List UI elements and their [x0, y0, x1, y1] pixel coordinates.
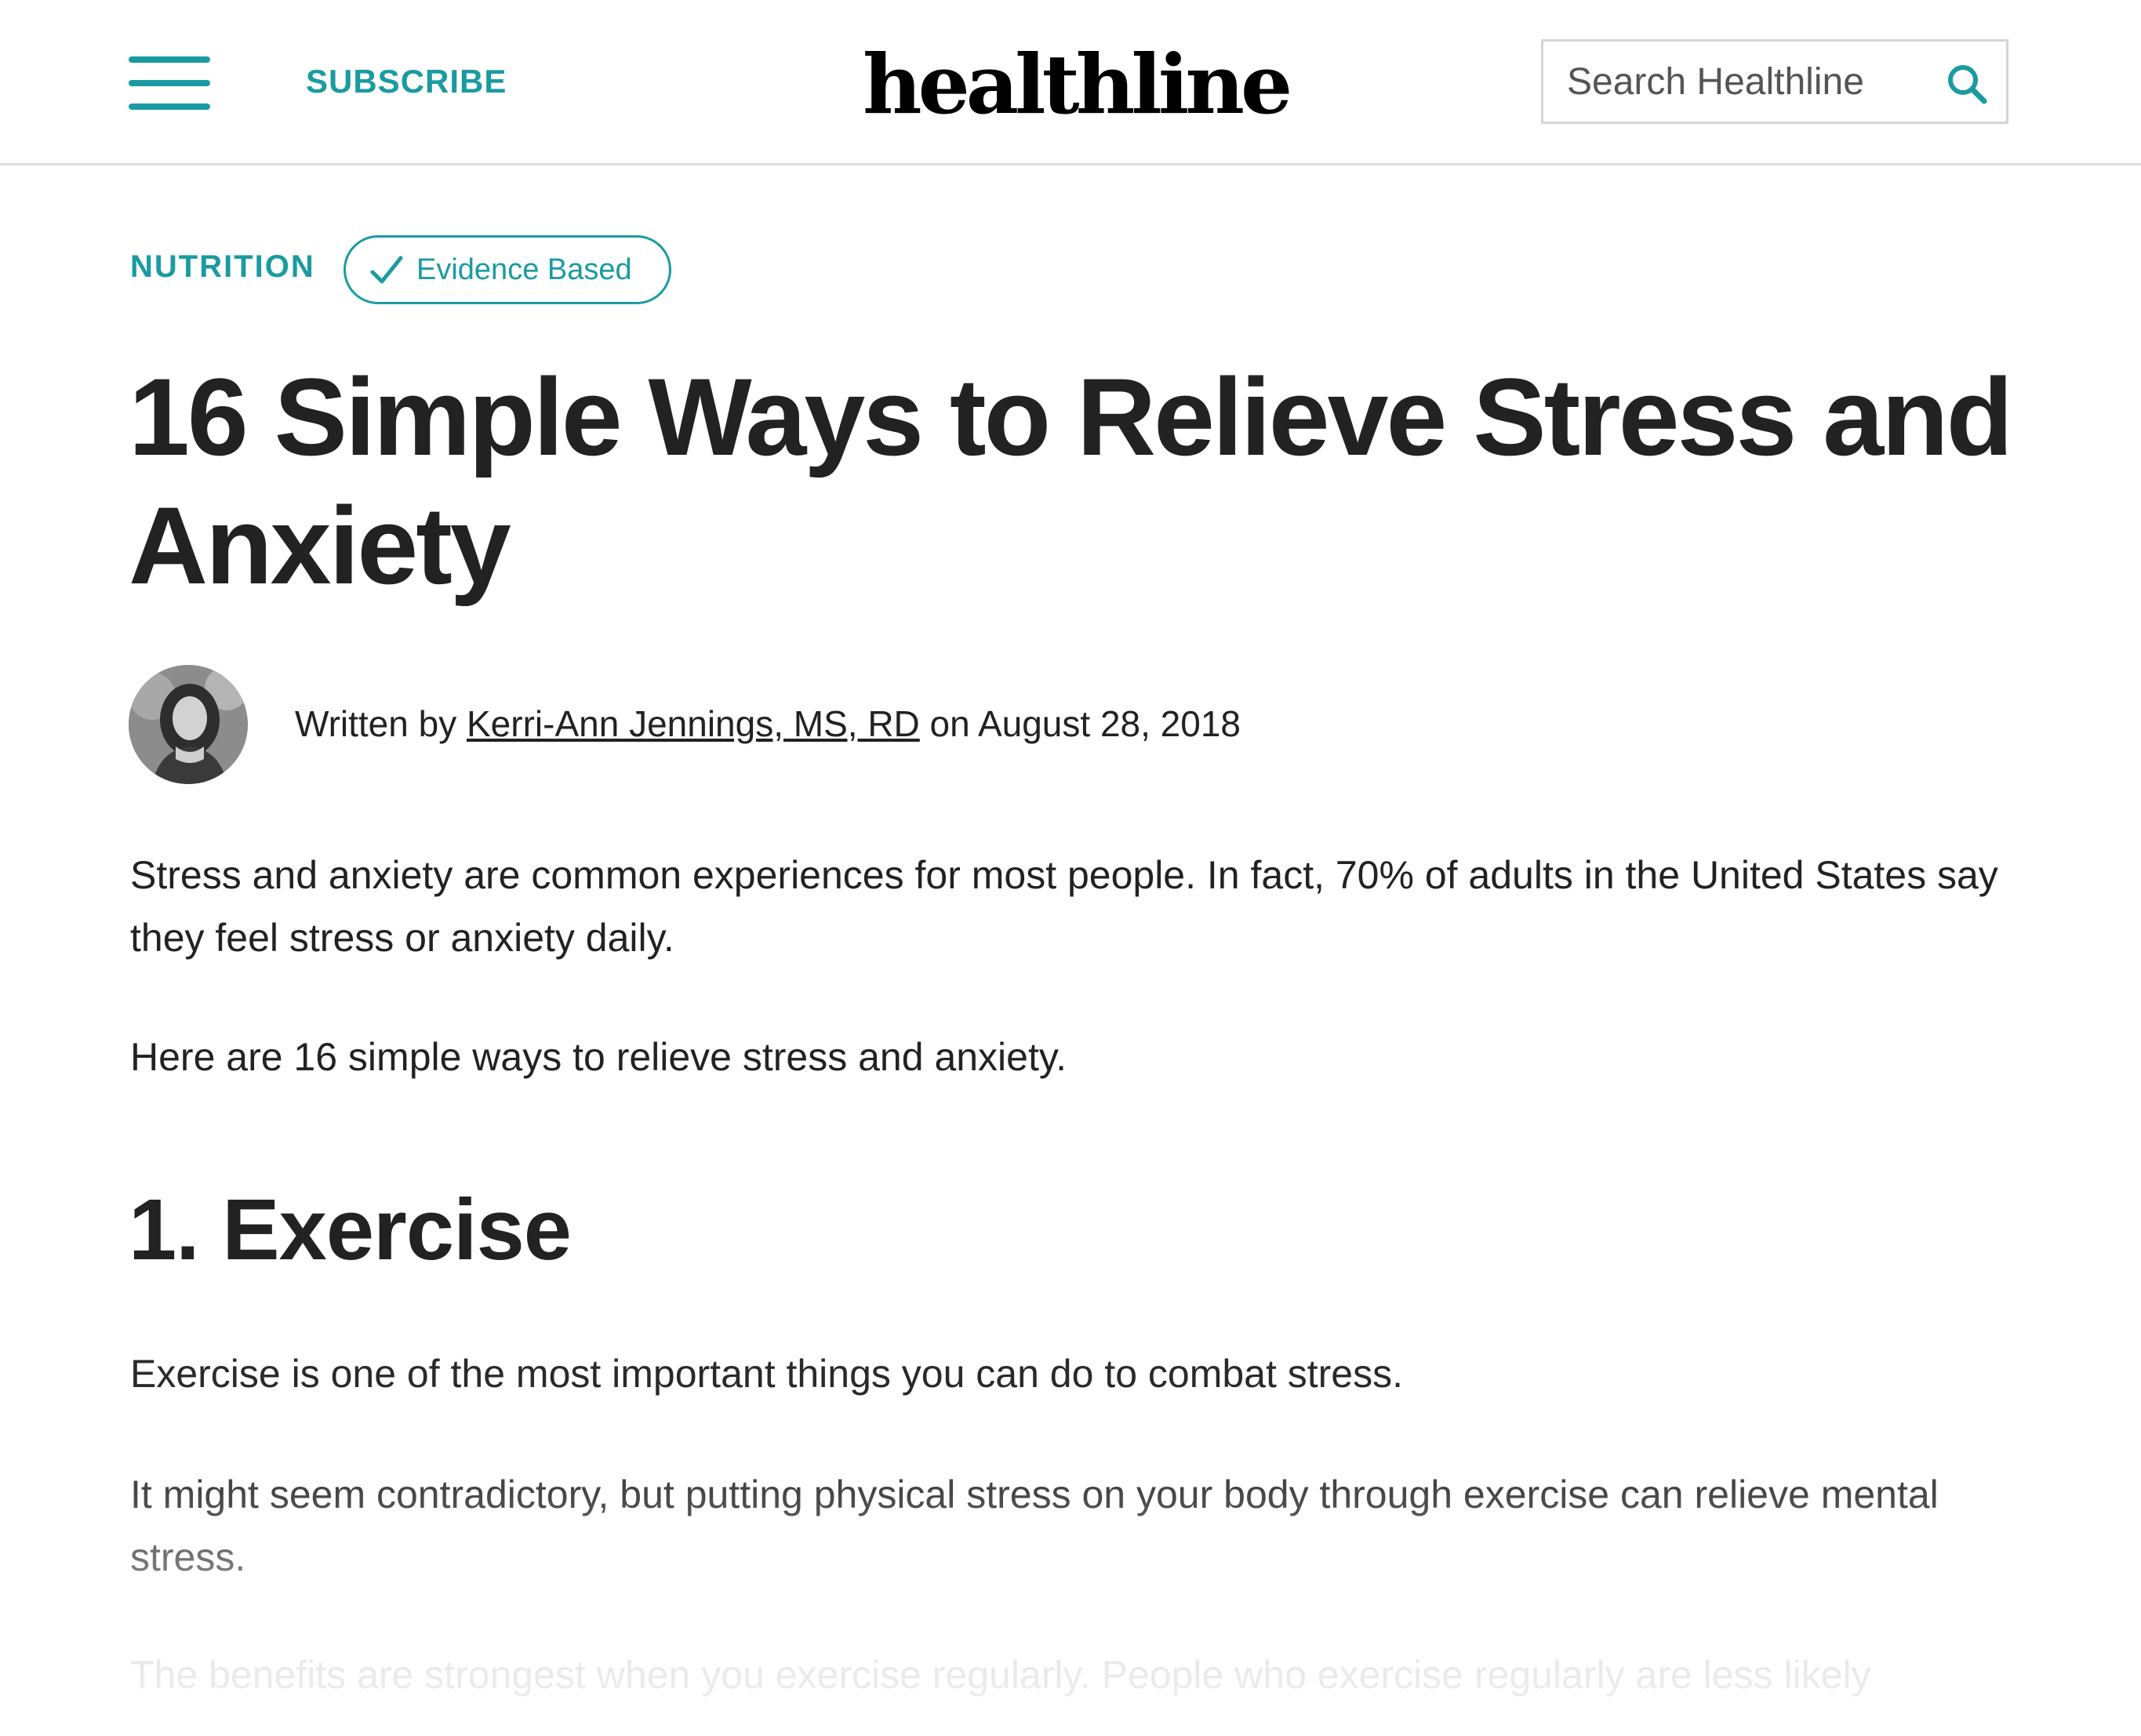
byline-prefix: Written by	[295, 703, 457, 744]
search-input[interactable]	[1567, 56, 1912, 107]
search-box	[1541, 39, 2008, 124]
author-photo	[129, 665, 248, 784]
section-paragraph: It might seem contradictory, but putting…	[130, 1473, 1939, 1579]
section-paragraph: Exercise is one of the most important th…	[130, 1352, 1403, 1396]
category-link[interactable]: NUTRITION	[130, 249, 315, 285]
checkmark-icon	[370, 256, 403, 284]
author-avatar[interactable]	[129, 665, 248, 784]
intro-paragraph: Here are 16 simple ways to relieve stres…	[130, 1035, 1067, 1079]
section-heading: 1. Exercise	[129, 1182, 572, 1278]
publish-date: on August 28, 2018	[929, 703, 1241, 744]
evidence-based-label: Evidence Based	[416, 253, 632, 286]
section-paragraph: The benefits are strongest when you exer…	[130, 1653, 1871, 1697]
hamburger-menu-icon[interactable]	[129, 55, 210, 111]
byline: Written by Kerri-Ann Jennings, MS, RD on…	[295, 703, 1241, 745]
intro-paragraph: Stress and anxiety are common experience…	[130, 853, 1998, 960]
site-header: SUBSCRIBE healthline	[0, 0, 2141, 165]
author-link[interactable]: Kerri-Ann Jennings, MS, RD	[467, 703, 920, 744]
site-logo[interactable]: healthline	[863, 36, 1292, 133]
search-icon[interactable]	[1945, 62, 1989, 106]
evidence-based-badge[interactable]: Evidence Based	[344, 235, 671, 304]
article-title: 16 Simple Ways to Relieve Stress and Anx…	[129, 355, 2013, 607]
subscribe-link[interactable]: SUBSCRIBE	[306, 63, 507, 100]
